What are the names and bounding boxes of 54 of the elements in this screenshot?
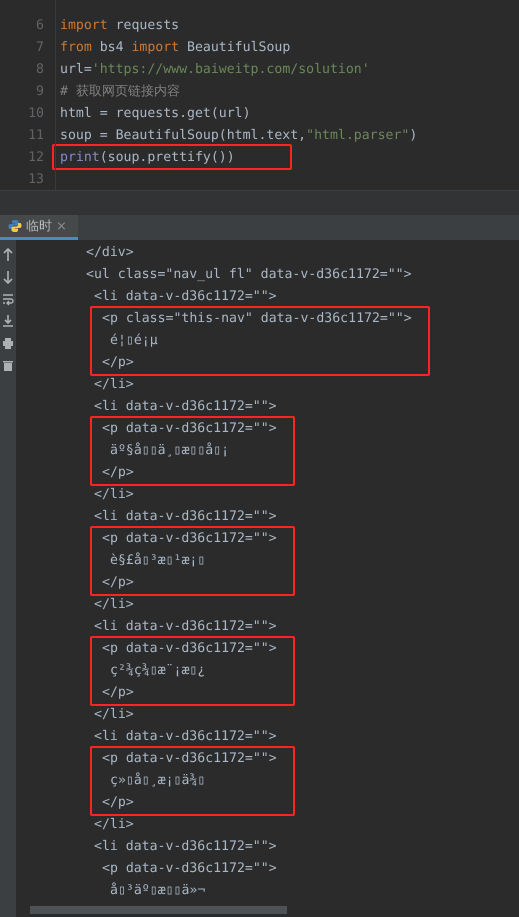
output-line: <li data-v-d36c1172=""> xyxy=(94,838,278,856)
tab-label: 临时 xyxy=(26,218,52,235)
line-number: 9 xyxy=(35,84,45,98)
down-arrow-icon[interactable] xyxy=(2,270,14,284)
output-line: <p data-v-d36c1172=""> xyxy=(102,640,277,658)
output-line: </p> xyxy=(102,464,135,482)
output-line: </li> xyxy=(94,816,135,834)
code-line: import requests xyxy=(60,18,180,32)
wrap-icon[interactable] xyxy=(2,292,14,306)
output-line: </li> xyxy=(94,596,135,614)
line-number: 12 xyxy=(27,150,45,164)
output-line: å▯³äº▯æ▯▯ä»¬ xyxy=(110,881,206,900)
output-line: <p data-v-d36c1172=""> xyxy=(102,420,277,438)
output-line: <ul class="nav_ul fl" data-v-d36c1172=""> xyxy=(86,266,413,284)
up-arrow-icon[interactable] xyxy=(2,248,14,262)
output-line: <p data-v-d36c1172=""> xyxy=(102,750,277,768)
output-line: </p> xyxy=(102,684,135,702)
trash-icon[interactable] xyxy=(2,358,14,372)
output-line: é¦▯é¡µ xyxy=(110,332,159,350)
output-line: <li data-v-d36c1172=""> xyxy=(94,728,278,746)
output-line: <li data-v-d36c1172=""> xyxy=(94,508,278,526)
code-line: from bs4 import BeautifulSoup xyxy=(60,40,290,54)
line-number: 8 xyxy=(35,62,45,76)
close-icon[interactable]: × xyxy=(56,218,67,234)
output-line: <li data-v-d36c1172=""> xyxy=(94,288,278,306)
output-line: </li> xyxy=(94,486,135,504)
output-line: <p class="this-nav" data-v-d36c1172=""> xyxy=(102,310,412,328)
line-number: 13 xyxy=(27,172,45,186)
output-line: <li data-v-d36c1172=""> xyxy=(94,398,278,416)
line-number: 6 xyxy=(35,18,45,32)
line-number: 11 xyxy=(27,128,45,142)
output-line: </p> xyxy=(102,354,135,372)
code-line: html = requests.get(url) xyxy=(60,106,251,120)
line-number: 10 xyxy=(27,106,45,120)
output-line: <p data-v-d36c1172=""> xyxy=(102,530,277,548)
code-line: soup = BeautifulSoup(html.text,"html.parser") xyxy=(60,128,418,142)
output-line: </div> xyxy=(86,244,135,262)
run-tab[interactable]: 临时 × xyxy=(0,215,78,240)
code-line: url='https://www.baiweitp.com/solution' xyxy=(60,62,370,76)
output-line: </p> xyxy=(102,794,135,812)
output-line: <p data-v-d36c1172=""> xyxy=(102,860,278,878)
output-line: <li data-v-d36c1172=""> xyxy=(94,618,278,636)
output-line: </li> xyxy=(94,706,135,724)
output-line: ç»▯å▯¸æ¡▯ä¾▯ xyxy=(110,771,206,790)
download-icon[interactable] xyxy=(2,314,14,328)
python-icon xyxy=(8,219,22,233)
code-line: # 获取网页链接内容 xyxy=(60,83,180,100)
line-number: 7 xyxy=(35,40,45,54)
scrollbar[interactable] xyxy=(30,906,287,914)
output-line: </li> xyxy=(94,376,135,394)
output-line: è§£å▯³æ▯¹æ¡▯ xyxy=(110,551,206,570)
output-line: </p> xyxy=(102,574,135,592)
output-line: ç²¾ç¾▯æ¨¡æ▯¿ xyxy=(110,662,206,680)
output-line: äº§å▯▯ä¸▯æ▯▯å▯¡ xyxy=(110,441,230,460)
